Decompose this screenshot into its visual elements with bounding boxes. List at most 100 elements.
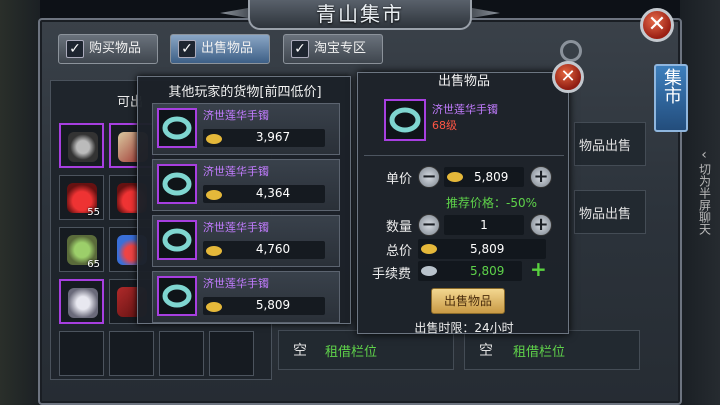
check-icon: ✓	[178, 40, 196, 58]
sell-item-dialog: 出售物品 ✕ 济世莲华手镯 68级 单价 − 5,809 + 推荐价格：-50%…	[357, 61, 584, 335]
half-screen-chat-toggle[interactable]: ‹ 切为半屏聊天	[694, 148, 714, 239]
total-field: 5,809	[418, 239, 546, 259]
listing-row[interactable]: 济世莲华手镯 5,809	[152, 271, 340, 323]
listing-item-name: 济世莲华手镯	[203, 109, 269, 122]
silver-helmet-icon	[68, 288, 98, 318]
rent-slot-label: 租借栏位	[325, 345, 378, 360]
side-tab-label: 集市	[661, 68, 682, 104]
chat-hint-label: 切为半屏聊天	[697, 163, 712, 235]
sell-item-name: 济世莲华手镯	[432, 103, 498, 116]
ring-icon	[68, 132, 98, 162]
item-quantity: 65	[87, 259, 100, 270]
inventory-slot[interactable]: 65	[59, 227, 104, 272]
quantity-decrease-button[interactable]: −	[418, 214, 440, 236]
check-icon: ✓	[66, 40, 84, 58]
sell-slot-label: 物品出售	[579, 139, 632, 154]
fee-value: 5,809	[470, 264, 505, 278]
suggested-price-note: 推荐价格：-50%	[446, 196, 538, 210]
tab-treasure[interactable]: ✓ 淘宝专区	[283, 34, 383, 64]
fee-field: 5,809	[418, 261, 522, 281]
inventory-slot[interactable]	[59, 123, 104, 168]
price-bar: 3,967	[203, 129, 325, 147]
plus-icon: +	[533, 214, 549, 235]
minus-icon: −	[421, 214, 437, 235]
gold-ingot-icon	[206, 246, 222, 256]
close-window-button[interactable]: ✕	[640, 8, 674, 42]
sell-time-limit: 出售时限：24小时	[414, 321, 514, 335]
bracelet-icon	[157, 164, 197, 204]
quantity-value: 1	[480, 218, 488, 232]
tab-treasure-label: 淘宝专区	[314, 41, 367, 56]
rent-slot-label: 租借栏位	[513, 345, 566, 360]
quantity-increase-button[interactable]: +	[530, 214, 552, 236]
price-bar: 4,364	[203, 185, 325, 203]
inventory-slot[interactable]	[209, 331, 254, 376]
silver-ingot-icon	[421, 266, 437, 276]
world-backdrop-left	[0, 0, 40, 405]
total-label: 总价	[386, 244, 413, 259]
listing-item-name: 济世莲华手镯	[203, 221, 269, 234]
close-sell-dialog-button[interactable]: ✕	[552, 61, 584, 93]
gold-ingot-icon	[421, 244, 437, 254]
add-fee-currency-button[interactable]: +	[530, 259, 547, 279]
unit-price-increase-button[interactable]: +	[530, 166, 552, 188]
divider	[364, 155, 564, 156]
inventory-slot[interactable]: 55	[59, 175, 104, 220]
listing-price: 3,967	[255, 130, 291, 144]
title-ornament-left	[220, 8, 248, 18]
price-bar: 5,809	[203, 297, 325, 315]
sell-slot-label: 物品出售	[579, 207, 632, 222]
listing-price: 4,364	[255, 186, 291, 200]
listing-row[interactable]: 济世莲华手镯 4,760	[152, 215, 340, 267]
sell-button-label: 出售物品	[443, 294, 492, 308]
confirm-sell-button[interactable]: 出售物品	[431, 288, 505, 314]
fee-label: 手续费	[372, 267, 412, 282]
others-goods-panel: 其他玩家的货物[前四低价] 济世莲华手镯 3,967 济世莲华手镯 4,364 …	[137, 76, 351, 324]
inventory-slot[interactable]	[59, 279, 104, 324]
chevron-left-icon: ‹	[701, 147, 707, 163]
unit-price-decrease-button[interactable]: −	[418, 166, 440, 188]
empty-slot-label: 空	[293, 343, 307, 359]
bracelet-icon	[157, 108, 197, 148]
bracelet-icon	[157, 276, 197, 316]
listing-price: 5,809	[255, 298, 291, 312]
title-ornament-right	[472, 8, 500, 18]
listing-row[interactable]: 济世莲华手镯 3,967	[152, 103, 340, 155]
sell-item-level: 68级	[432, 119, 457, 132]
unit-price-field[interactable]: 5,809	[444, 167, 524, 187]
side-tab-market[interactable]: 集市	[654, 64, 688, 132]
ring-ornament	[560, 40, 582, 62]
inventory-slot[interactable]	[109, 331, 154, 376]
bracelet-icon	[157, 220, 197, 260]
others-goods-title: 其他玩家的货物[前四低价]	[168, 85, 322, 100]
tab-sell-label: 出售物品	[201, 41, 254, 56]
unit-price-value: 5,809	[474, 170, 509, 184]
listing-item-name: 济世莲华手镯	[203, 277, 269, 290]
tab-sell[interactable]: ✓ 出售物品	[170, 34, 270, 64]
gold-ingot-icon	[206, 190, 222, 200]
gold-ingot-icon	[447, 172, 463, 182]
rent-slot-row[interactable]: 空 租借栏位	[278, 330, 454, 370]
price-bar: 4,760	[203, 241, 325, 259]
rent-slot-row[interactable]: 空 租借栏位	[464, 330, 640, 370]
inventory-slot[interactable]	[59, 331, 104, 376]
empty-slot-label: 空	[479, 343, 493, 359]
listing-row[interactable]: 济世莲华手镯 4,364	[152, 159, 340, 211]
plus-icon: +	[530, 257, 547, 281]
total-value: 5,809	[470, 242, 505, 256]
quantity-field[interactable]: 1	[444, 215, 524, 235]
quantity-label: 数量	[386, 220, 413, 235]
close-icon: ✕	[647, 12, 667, 37]
inventory-slot[interactable]	[159, 331, 204, 376]
title-plate: 青山集市	[248, 0, 472, 30]
minus-icon: −	[421, 166, 437, 187]
gold-ingot-icon	[206, 302, 222, 312]
tab-buy[interactable]: ✓ 购买物品	[58, 34, 158, 64]
listing-item-name: 济世莲华手镯	[203, 165, 269, 178]
unit-price-label: 单价	[386, 172, 413, 187]
sell-slot-row[interactable]: 物品出售	[574, 190, 646, 234]
close-icon: ✕	[560, 66, 576, 87]
window-title: 青山集市	[316, 2, 404, 26]
bracelet-icon	[384, 99, 426, 141]
sell-slot-row[interactable]: 物品出售	[574, 122, 646, 166]
